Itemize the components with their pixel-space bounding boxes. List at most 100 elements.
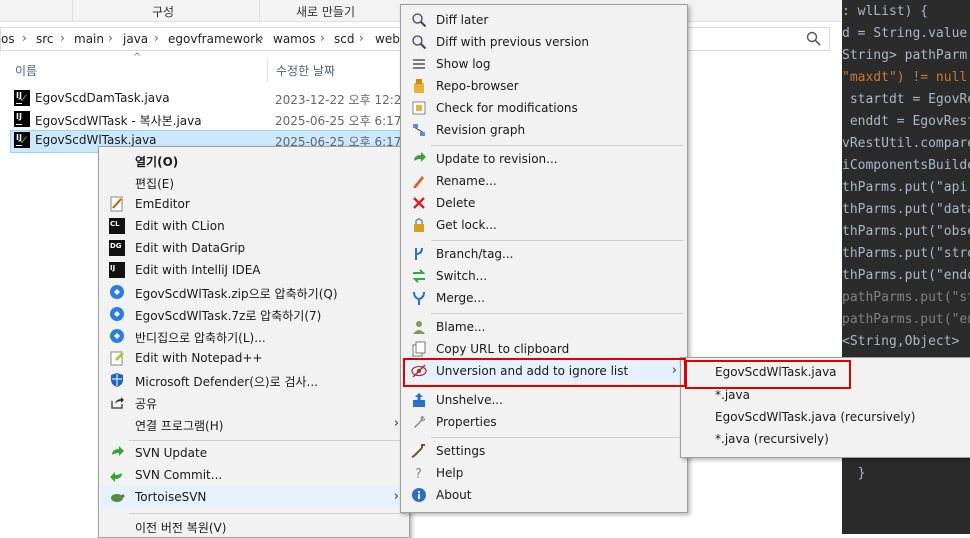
menu-item-notepadpp[interactable]: Edit with Notepad++ (101, 347, 407, 369)
code-line: iComponentsBuilde (842, 158, 970, 173)
search-icon[interactable] (805, 30, 823, 48)
file-date: 2025-06-25 오후 6:17 (275, 114, 402, 128)
menu-item-label: Diff later (436, 13, 489, 27)
menu-item-edit[interactable]: 편집(E) (101, 171, 407, 193)
menu-item-share[interactable]: 공유 (101, 391, 407, 413)
code-line: d = String.value (842, 26, 968, 41)
menu-item-get-lock[interactable]: Get lock... (403, 214, 685, 236)
menu-item-label: 이전 버전 복원(V) (135, 521, 227, 535)
menu-item-label: *.java (715, 388, 750, 402)
column-header-name[interactable]: 이름 (15, 62, 37, 79)
breadcrumb-item[interactable]: web (375, 32, 400, 46)
menu-item-about[interactable]: About (403, 484, 685, 506)
file-name: EgovScdDamTask.java (35, 91, 170, 105)
menu-item-defender[interactable]: Microsoft Defender(으)로 검사... (101, 369, 407, 391)
properties-icon (414, 416, 426, 428)
code-line: startdt = EgovRe (842, 92, 970, 107)
menu-item-ignore-extension-recursive[interactable]: *.java (recursively) (683, 428, 969, 450)
menu-item-label: Rename... (436, 174, 497, 188)
menu-item-tortoisesvn[interactable]: TortoiseSVN › (101, 486, 407, 508)
menu-item-help[interactable]: ? Help (403, 462, 685, 484)
menu-item-label: 반디집으로 압축하기(L)... (135, 331, 266, 345)
chevron-right-icon: › (154, 31, 159, 45)
menu-item-copy-url[interactable]: Copy URL to clipboard (403, 338, 685, 360)
breadcrumb-item[interactable]: scd (334, 32, 354, 46)
menu-item-diff-previous[interactable]: Diff with previous version (403, 31, 685, 53)
menu-separator (431, 145, 683, 146)
menu-item-bandizip[interactable]: 반디집으로 압축하기(L)... (101, 325, 407, 347)
menu-item-label: Repo-browser (436, 79, 519, 93)
breadcrumb-item[interactable]: main (74, 32, 104, 46)
bandizip-icon (110, 307, 124, 321)
menu-item-open-with[interactable]: 연결 프로그램(H) › (101, 413, 407, 435)
graph-icon (413, 124, 425, 136)
file-row[interactable]: IJ ✓ EgovScdDamTask.java 2023-12-22 오후 12… (10, 88, 410, 109)
menu-item-settings[interactable]: Settings (403, 440, 685, 462)
menu-item-switch[interactable]: Switch... (403, 265, 685, 287)
column-header-modified[interactable]: 수정한 날짜 (276, 62, 335, 79)
chevron-right-icon: › (108, 31, 113, 45)
menu-item-7z[interactable]: EgovScdWlTask.7z로 압축하기(7) (101, 303, 407, 325)
ribbon-tab-organize[interactable]: 구성 (152, 3, 174, 20)
menu-item-label: Diff with previous version (436, 35, 589, 49)
merge-icon (413, 291, 425, 305)
shield-icon (111, 373, 123, 387)
breadcrumb-item[interactable]: egovframework (168, 32, 262, 46)
check-mods-icon (412, 101, 426, 115)
breadcrumb-item[interactable]: java (123, 32, 148, 46)
breadcrumb-item[interactable]: os (1, 32, 15, 46)
tortoisesvn-menu: Diff later Diff with previous version Sh… (400, 4, 688, 513)
column-divider[interactable] (267, 58, 268, 82)
menu-item-branch-tag[interactable]: Branch/tag... (403, 243, 685, 265)
switch-icon (412, 269, 426, 283)
breadcrumb-item[interactable]: wamos (273, 32, 315, 46)
menu-item-label: *.java (recursively) (715, 432, 829, 446)
menu-item-svn-update[interactable]: SVN Update (101, 442, 407, 464)
menu-item-datagrip[interactable]: DG Edit with DataGrip (101, 237, 407, 259)
breadcrumb-item[interactable]: src (36, 32, 54, 46)
log-icon (413, 59, 425, 69)
menu-item-repo-browser[interactable]: Repo-browser (403, 75, 685, 97)
update-icon (414, 152, 426, 162)
menu-item-intellij[interactable]: IJ Edit with IntelliJ IDEA (101, 259, 407, 281)
menu-item-label: TortoiseSVN (135, 490, 207, 504)
chevron-right-icon: › (393, 489, 399, 504)
menu-item-revision-graph[interactable]: Revision graph (403, 119, 685, 141)
highlight-box (403, 358, 686, 387)
menu-item-svn-commit[interactable]: SVN Commit... (101, 464, 407, 486)
menu-item-rename[interactable]: Rename... (403, 170, 685, 192)
menu-item-label: Unshelve... (436, 393, 503, 407)
context-menu: 열기(O) 편집(E) EmEditor CL Edit with CLion … (98, 146, 410, 538)
lock-icon (414, 218, 424, 232)
bandizip-icon (110, 329, 124, 343)
menu-item-diff-later[interactable]: Diff later (403, 9, 685, 31)
menu-separator (129, 513, 405, 514)
menu-item-label: Edit with DataGrip (135, 241, 246, 255)
menu-item-ignore-file-recursive[interactable]: EgovScdWlTask.java (recursively) (683, 406, 969, 428)
bandizip-icon (110, 285, 124, 299)
menu-item-show-log[interactable]: Show log (403, 53, 685, 75)
chevron-right-icon: › (393, 416, 399, 431)
ribbon-tab-new[interactable]: 새로 만들기 (296, 3, 355, 20)
menu-item-blame[interactable]: Blame... (403, 316, 685, 338)
menu-item-merge[interactable]: Merge... (403, 287, 685, 309)
code-line: enddt = EgovRest (842, 114, 970, 129)
menu-item-label: Switch... (436, 269, 488, 283)
chevron-right-icon: › (359, 31, 364, 45)
code-line: pathParms.put("en (842, 312, 970, 327)
file-row[interactable]: IJ EgovScdWlTask - 복사본.java 2025-06-25 오… (10, 109, 410, 130)
menu-item-label: About (436, 488, 472, 502)
menu-item-delete[interactable]: Delete (403, 192, 685, 214)
menu-item-check-mods[interactable]: Check for modifications (403, 97, 685, 119)
menu-item-unshelve[interactable]: Unshelve... (403, 389, 685, 411)
datagrip-icon: DG (109, 240, 125, 256)
menu-item-emeditor[interactable]: EmEditor (101, 193, 407, 215)
magnifier-icon (412, 13, 427, 28)
code-line: thParms.put("endo (842, 268, 970, 283)
menu-item-open[interactable]: 열기(O) (101, 149, 407, 171)
menu-item-update-revision[interactable]: Update to revision... (403, 148, 685, 170)
settings-icon (411, 444, 425, 458)
menu-item-properties[interactable]: Properties (403, 411, 685, 433)
menu-item-zip[interactable]: EgovScdWlTask.zip으로 압축하기(Q) (101, 281, 407, 303)
menu-item-clion[interactable]: CL Edit with CLion (101, 215, 407, 237)
